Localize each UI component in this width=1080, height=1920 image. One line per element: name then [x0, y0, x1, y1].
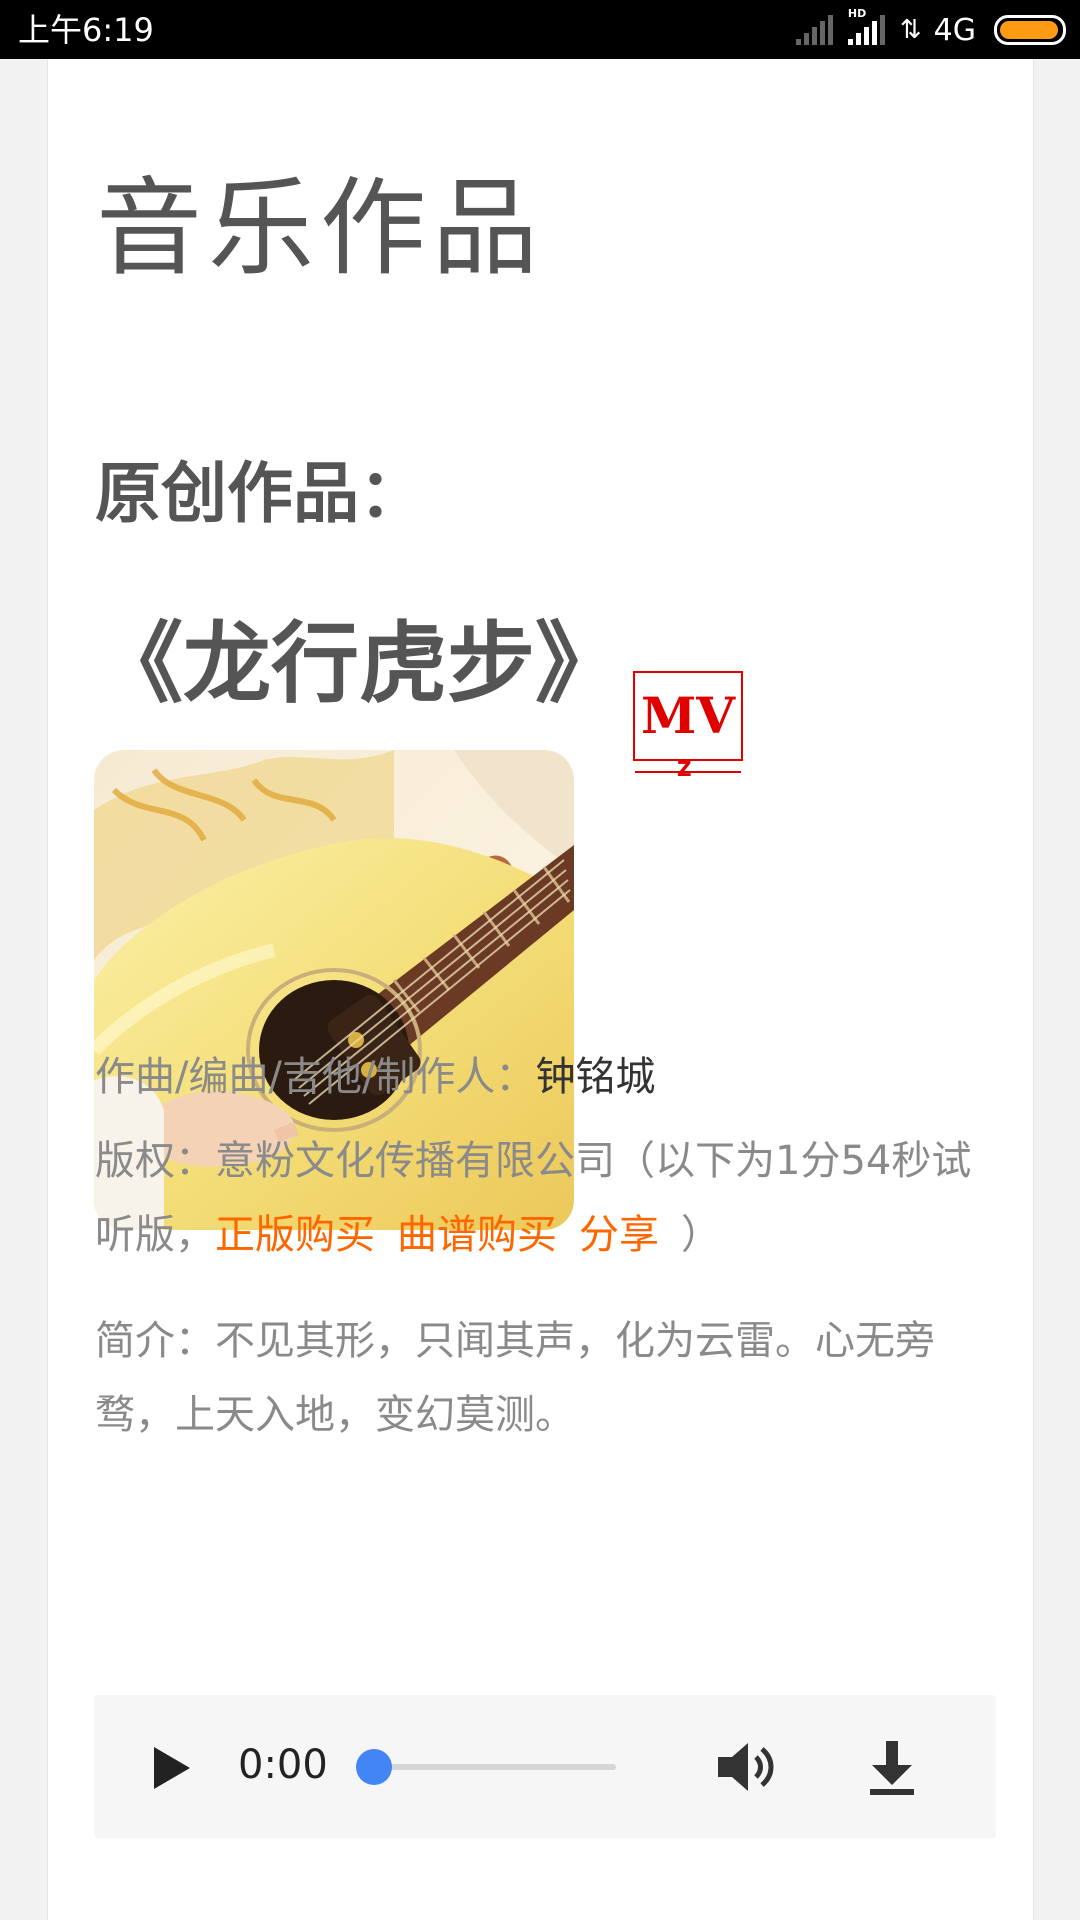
current-time: 0:00 — [238, 1742, 328, 1788]
mv-link[interactable]: MV — [633, 671, 744, 783]
battery-icon — [994, 15, 1066, 45]
audio-player: 0:00 — [94, 1695, 996, 1838]
signal-icon-sim1 — [795, 15, 836, 45]
play-icon[interactable] — [146, 1743, 196, 1793]
buy-sheet-music-link[interactable]: 曲谱购买 — [397, 1212, 557, 1258]
download-icon[interactable] — [864, 1737, 920, 1797]
credits-label: 作曲/编曲/吉他/制作人： — [95, 1054, 536, 1100]
hd-label: HD — [847, 7, 867, 20]
battery-level — [1000, 21, 1058, 39]
content-card: 音乐作品 原创作品： 《龙行虎步》 MV Z 作曲/编曲/吉他/制作人：钟铭城 … — [47, 59, 1034, 1920]
volume-icon[interactable] — [714, 1737, 778, 1797]
page-title: 音乐作品 — [96, 167, 544, 290]
signal-icon-sim2: HD — [847, 7, 888, 45]
copyright-line: 版权：意粉文化传播有限公司（以下为1分54秒试听版，正版购买 曲谱购买 分享） — [95, 1124, 995, 1272]
status-bar: 上午6:19 HD ⇅ 4G — [0, 0, 1080, 59]
data-arrows-icon: ⇅ — [899, 15, 922, 45]
share-link[interactable]: 分享 — [579, 1212, 659, 1258]
mv-underline — [635, 757, 742, 783]
copyright-close: ） — [681, 1212, 721, 1258]
status-icons: HD ⇅ 4G — [795, 7, 1066, 50]
seek-thumb[interactable] — [356, 1749, 392, 1785]
seek-bar[interactable] — [372, 1764, 616, 1770]
buy-official-link[interactable]: 正版购买 — [215, 1212, 375, 1258]
song-title: 《龙行虎步》 — [95, 612, 624, 715]
status-time: 上午6:19 — [18, 11, 154, 49]
credits-line: 作曲/编曲/吉他/制作人：钟铭城 — [95, 1040, 995, 1114]
credits-value: 钟铭城 — [535, 1054, 656, 1100]
section-heading: 原创作品： — [95, 455, 425, 532]
mv-label: MV — [633, 671, 744, 761]
intro-text: 简介：不见其形，只闻其声，化为云雷。心无旁骛，上天入地，变幻莫测。 — [95, 1318, 935, 1438]
network-type: 4G — [933, 12, 976, 48]
